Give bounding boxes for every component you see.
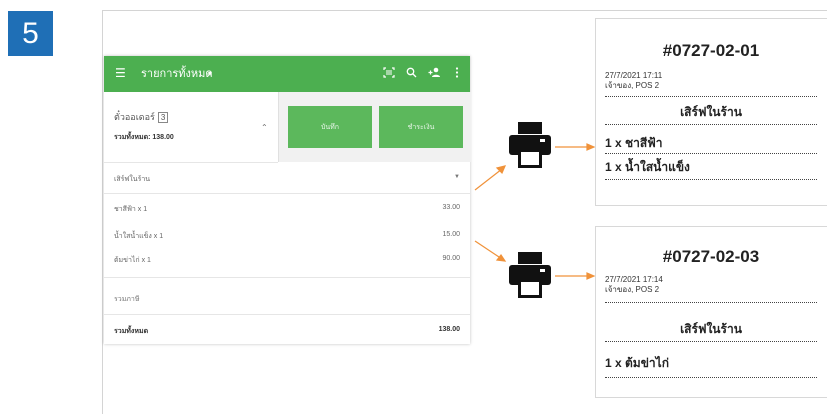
service-type: เสิร์ฟในร้าน — [680, 105, 742, 119]
printer-icon — [509, 252, 551, 298]
receipt-staff: เจ้าของ, POS 2 — [605, 81, 660, 90]
dotted-divider — [605, 302, 817, 303]
dotted-divider — [605, 124, 817, 125]
arrow-head — [586, 143, 596, 151]
dotted-divider — [605, 153, 817, 154]
kitchen-receipt: #0727-02-01 27/7/2021 17:11 เจ้าของ, POS… — [595, 18, 827, 206]
dotted-divider — [605, 377, 817, 378]
service-type: เสิร์ฟในร้าน — [680, 322, 742, 336]
receipt-staff: เจ้าของ, POS 2 — [605, 285, 660, 294]
printer-icon — [509, 122, 551, 168]
dotted-divider — [605, 179, 817, 180]
dotted-divider — [605, 341, 817, 342]
receipt-item: 1 x ชาสีฟ้า — [605, 136, 663, 150]
receipt-datetime: 27/7/2021 17:11 — [605, 71, 663, 80]
dotted-divider — [605, 96, 817, 97]
receipt-item: 1 x ต้มข่าไก่ — [605, 356, 669, 370]
kitchen-receipt: #0727-02-03 27/7/2021 17:14 เจ้าของ, POS… — [595, 226, 827, 398]
receipt-item: 1 x น้ำใสน้ำแข็ง — [605, 160, 690, 174]
order-number: #0727-02-03 — [662, 247, 760, 266]
receipt-datetime: 27/7/2021 17:14 — [605, 275, 663, 284]
arrow-to-printer-1 — [474, 168, 503, 191]
arrow-head — [586, 272, 596, 280]
arrow-to-printer-2 — [474, 240, 503, 260]
order-number: #0727-02-01 — [662, 41, 760, 60]
